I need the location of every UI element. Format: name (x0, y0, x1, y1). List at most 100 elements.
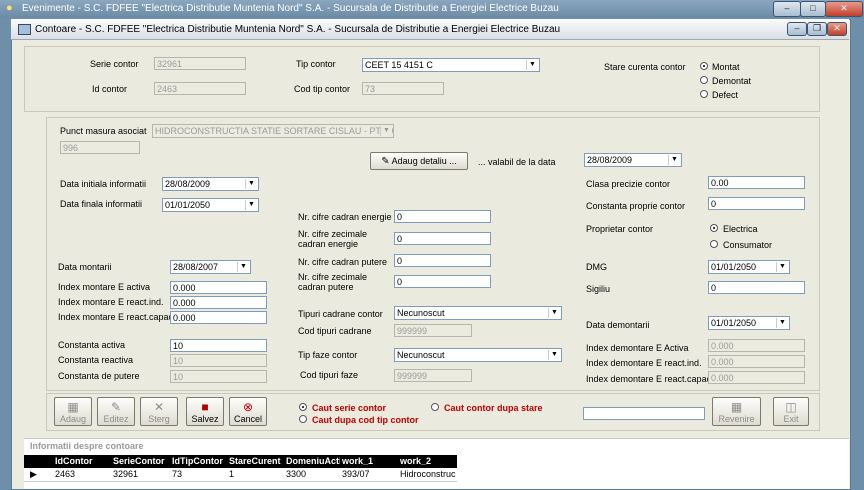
chevron-down-icon[interactable]: ▼ (245, 200, 257, 210)
dem-react-ind-field[interactable]: 0.000 (708, 355, 805, 368)
salvez-button[interactable]: ■ Salvez (186, 397, 224, 426)
grid-col-header[interactable]: work_1 (342, 455, 394, 468)
chevron-down-icon[interactable]: ▼ (668, 155, 680, 165)
tipuri-cadrane-label: Tipuri cadrane contor (298, 309, 383, 319)
grid-col-header[interactable]: StareCurent (229, 455, 285, 468)
revenire-button[interactable]: ▦ Revenire (712, 397, 761, 426)
const-proprie-field[interactable]: 0 (708, 197, 805, 210)
data-montarii-select[interactable]: 28/08/2007 ▼ (170, 260, 251, 274)
stare-montat-radio[interactable] (700, 62, 708, 70)
data-finala-select[interactable]: 01/01/2050 ▼ (162, 198, 259, 212)
window-icon (18, 24, 31, 35)
chevron-down-icon[interactable]: ▼ (237, 262, 249, 272)
const-reactiva-field[interactable]: 10 (170, 354, 267, 367)
adaug-detaliu-label: Adaug detaliu ... (391, 156, 457, 166)
cod-tip-contor-field[interactable]: 73 (362, 82, 444, 95)
edit-icon: ✎ (110, 400, 122, 414)
bulb-icon: ● (6, 2, 13, 14)
zec-energie-field[interactable]: 0 (394, 232, 491, 245)
serie-contor-field[interactable]: 32961 (154, 57, 246, 70)
editez-button[interactable]: ✎ Editez (97, 397, 135, 426)
const-activa-field[interactable]: 10 (170, 339, 267, 352)
dem-activa-field[interactable]: 0.000 (708, 339, 805, 352)
tip-contor-select[interactable]: CEET 15 4151 C ▼ (362, 58, 540, 72)
cancel-label: Cancel (233, 414, 262, 424)
data-demontarii-select[interactable]: 01/01/2050 ▼ (708, 316, 790, 330)
id-contor-field[interactable]: 2463 (154, 82, 246, 95)
chevron-down-icon[interactable]: ▼ (776, 262, 788, 272)
stare-demontat-radio[interactable] (700, 76, 708, 84)
grid-header: IdContor SerieContor IdTipContor StareCu… (24, 455, 457, 468)
proprietar-label: Proprietar contor (586, 224, 654, 234)
exit-button[interactable]: ◫ Exit (773, 397, 809, 426)
idx-react-cap-field[interactable]: 0.000 (170, 311, 267, 324)
stare-demontat-label: Demontat (712, 76, 752, 86)
stare-defect-radio[interactable] (700, 90, 708, 98)
stare-defect-label: Defect (712, 90, 739, 100)
chevron-down-icon[interactable]: ▼ (776, 318, 788, 328)
chevron-down-icon[interactable]: ▼ (548, 308, 560, 318)
idx-activa-field[interactable]: 0.000 (170, 281, 267, 294)
tipuri-cadrane-select[interactable]: Necunoscut ▼ (394, 306, 562, 320)
cifre-putere-field[interactable]: 0 (394, 254, 491, 267)
dem-activa-label: Index demontare E Activa (586, 343, 689, 353)
serie-contor-label: Serie contor (90, 59, 139, 69)
grid-col-header[interactable]: IdContor (55, 455, 111, 468)
dem-react-cap-field[interactable]: 0.000 (708, 371, 805, 384)
outer-close-button[interactable]: ✕ (825, 1, 863, 17)
sigiliu-field[interactable]: 0 (708, 281, 805, 294)
restore-button[interactable]: ❐ (807, 22, 827, 36)
zec-putere-field[interactable]: 0 (394, 275, 491, 288)
grid-col-header[interactable]: DomeniuActi (286, 455, 340, 468)
outer-maximize-button[interactable]: □ (800, 1, 826, 17)
adaug-detaliu-button[interactable]: ✎ Adaug detaliu ... (370, 152, 468, 170)
search-input[interactable] (583, 407, 705, 420)
save-icon: ■ (201, 400, 209, 414)
exit-door-icon: ◫ (785, 400, 797, 414)
proprietar-consumator-radio[interactable] (710, 240, 718, 248)
const-putere-field[interactable]: 10 (170, 370, 267, 383)
outer-minimize-button[interactable]: – (773, 1, 801, 17)
valabil-date-select[interactable]: 28/08/2009 ▼ (584, 153, 682, 167)
grid-col-header[interactable]: SerieContor (113, 455, 169, 468)
chevron-down-icon[interactable]: ▼ (380, 126, 392, 136)
cancel-button[interactable]: ⊗ Cancel (229, 397, 267, 426)
cod-tipuri-faze-field[interactable]: 999999 (394, 369, 472, 382)
stare-montat-label: Montat (712, 62, 740, 72)
cod-tipuri-cadrane-label: Cod tipuri cadrane (298, 326, 372, 336)
cod-tipuri-cadrane-field[interactable]: 999999 (394, 324, 472, 337)
id-contor-label: Id contor (92, 84, 128, 94)
chevron-down-icon[interactable]: ▼ (245, 179, 257, 189)
data-finala-label: Data finala informatii (60, 199, 143, 209)
idx-react-ind-field[interactable]: 0.000 (170, 296, 267, 309)
close-button[interactable]: ✕ (827, 22, 847, 36)
grid-cell: 393/07 (342, 469, 370, 479)
caut-tip-radio[interactable] (431, 403, 439, 411)
tip-faze-select[interactable]: Necunoscut ▼ (394, 348, 562, 362)
dmg-select[interactable]: 01/01/2050 ▼ (708, 260, 790, 274)
minimize-button[interactable]: – (787, 22, 807, 36)
data-initiala-select[interactable]: 28/08/2009 ▼ (162, 177, 259, 191)
table-row[interactable]: ▶ 2463 32961 73 1 3300 393/07 Hidroconst… (24, 468, 457, 482)
dem-react-ind-label: Index demontare E react.ind. (586, 358, 702, 368)
caut-cod-tip-label: Caut dupa cod tip contor (312, 415, 419, 425)
data-initiala-value: 28/08/2009 (165, 179, 211, 189)
cifre-energie-field[interactable]: 0 (394, 210, 491, 223)
grid-col-header[interactable]: work_2 (400, 455, 456, 468)
punct-masura-select[interactable]: HIDROCONSTRUCTIA STATIE SORTARE CISLAU -… (152, 124, 394, 138)
chevron-down-icon[interactable]: ▼ (548, 350, 560, 360)
clasa-precizie-field[interactable]: 0.00 (708, 176, 805, 189)
caut-cod-tip-radio[interactable] (299, 415, 307, 423)
revenire-label: Revenire (718, 414, 755, 424)
chevron-down-icon[interactable]: ▼ (526, 60, 538, 70)
idx-react-cap-label: Index montare E react.capacit (58, 312, 178, 322)
proprietar-electrica-radio[interactable] (710, 224, 718, 232)
sterg-button[interactable]: ✕ Sterg (140, 397, 178, 426)
punct-masura-code-field[interactable]: 996 (60, 141, 140, 154)
proprietar-electrica-label: Electrica (723, 224, 758, 234)
adaug-button[interactable]: ▦ Adaug (54, 397, 92, 426)
grid-col-header[interactable]: IdTipContor (172, 455, 227, 468)
grid-cell: 1 (229, 469, 235, 479)
cod-tip-contor-label: Cod tip contor (294, 84, 351, 94)
caut-serie-radio[interactable] (299, 403, 307, 411)
